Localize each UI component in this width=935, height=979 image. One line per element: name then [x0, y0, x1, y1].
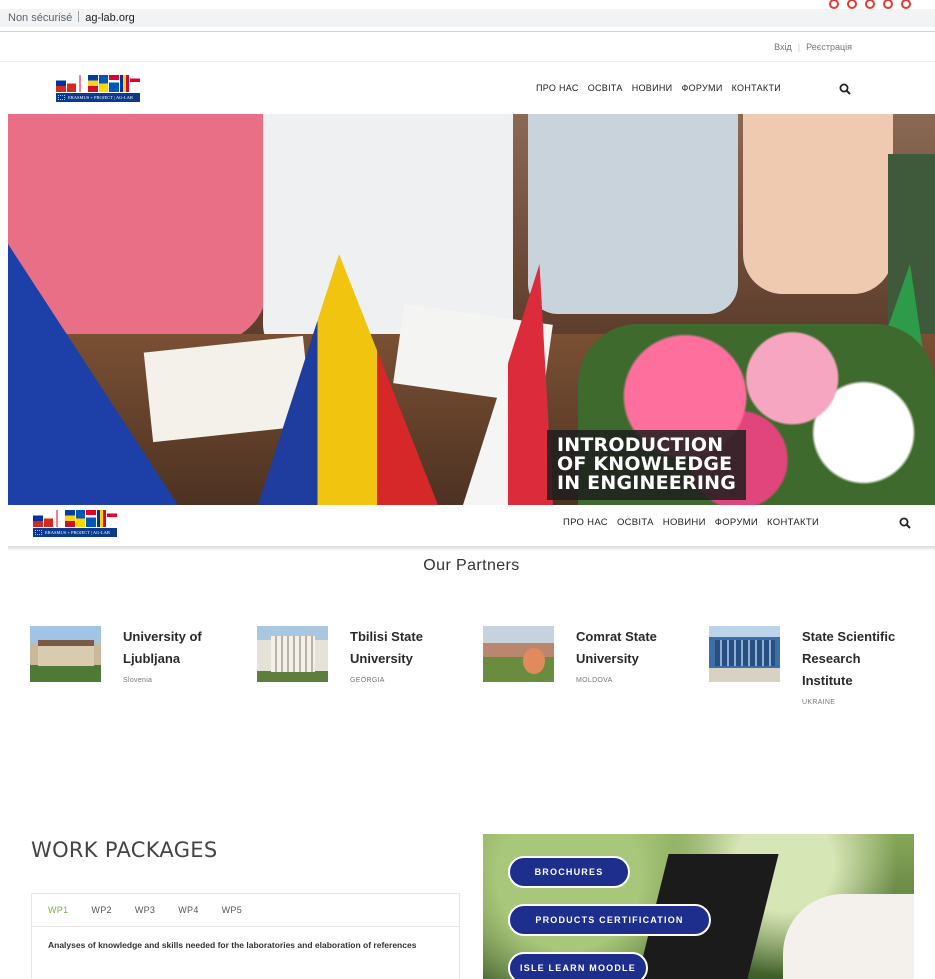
partners-title: Our Partners [423, 557, 520, 574]
sticky-nav: ПРО НАС ОСВІТА НОВИНИ ФОРУМИ КОНТАКТИ [563, 517, 819, 528]
window-control-icon[interactable] [847, 0, 857, 9]
hero-caption-line: IN ENGINEERING [557, 472, 736, 494]
sticky-site-logo[interactable]: ERASMUS + PROJECT | AG-LAB [33, 510, 117, 540]
sticky-search-icon[interactable] [899, 516, 911, 529]
nav-item-news[interactable]: НОВИНИ [663, 517, 706, 528]
window-control-icon[interactable] [829, 0, 839, 9]
account-links: Вхід | Реєстрація [774, 42, 852, 52]
partner-image-tbilisi[interactable] [257, 626, 328, 682]
main-nav: ПРО НАС ОСВІТА НОВИНИ ФОРУМИ КОНТАКТИ [536, 83, 781, 93]
logo-flags [56, 75, 140, 92]
address-domain[interactable]: ag-lab.org [85, 12, 135, 24]
tab-wp5[interactable]: WP5 [222, 905, 242, 915]
security-label[interactable]: Non sécurisé [8, 12, 72, 24]
tab-wp3[interactable]: WP3 [135, 905, 155, 915]
tab-wp4[interactable]: WP4 [178, 905, 198, 915]
logo-flags [33, 510, 117, 527]
address-separator [78, 11, 80, 22]
partner-country: UKRAINE [802, 699, 836, 706]
partner-country: GEORGIA [350, 677, 385, 684]
nav-item-contacts[interactable]: КОНТАКТИ [732, 83, 781, 93]
nav-item-forums[interactable]: ФОРУМИ [715, 517, 758, 528]
nav-item-about[interactable]: ПРО НАС [563, 517, 608, 528]
browser-address-bar: Non sécurisé ag-lab.org [0, 0, 935, 31]
partner-country: MOLDOVA [576, 677, 613, 684]
util-separator: | [797, 42, 801, 52]
eu-flag-icon [35, 530, 42, 535]
partner-name[interactable]: Comrat State University [576, 626, 701, 670]
nav-item-education[interactable]: ОСВІТА [588, 83, 623, 93]
hero-figure-beige [743, 114, 893, 294]
work-package-description: Analyses of knowledge and skills needed … [48, 940, 417, 950]
hero-caption: INTRODUCTION OF KNOWLEDGE IN ENGINEERING [547, 430, 746, 500]
partner-image-comrat[interactable] [483, 626, 554, 682]
resources-promo: BROCHURES PRODUCTS CERTIFICATION ISLE LE… [483, 834, 914, 979]
hero-banner: INTRODUCTION OF KNOWLEDGE IN ENGINEERING [8, 114, 935, 505]
brochures-button[interactable]: BROCHURES [508, 856, 630, 888]
isle-learn-moodle-button[interactable]: ISLE LEARN MOODLE [508, 952, 648, 979]
partner-image-ssri[interactable] [709, 626, 780, 682]
nav-item-news[interactable]: НОВИНИ [632, 83, 673, 93]
logo-banner: ERASMUS + PROJECT | AG-LAB [56, 93, 140, 102]
work-packages-tab-bar: WP1 WP2 WP3 WP4 WP5 [32, 894, 459, 927]
logo-text: ERASMUS + PROJECT | AG-LAB [68, 95, 133, 100]
partner-name[interactable]: University of Ljubljana [123, 626, 248, 670]
address-field[interactable]: Non sécurisé ag-lab.org [0, 9, 935, 27]
partner-country: Slovenia [123, 677, 153, 684]
logo-banner: ERASMUS + PROJECT | AG-LAB [33, 528, 117, 537]
eu-flag-icon [58, 95, 65, 100]
nav-item-about[interactable]: ПРО НАС [536, 83, 579, 93]
login-link[interactable]: Вхід [774, 42, 792, 52]
register-link[interactable]: Реєстрація [806, 42, 852, 52]
partner-name[interactable]: State Scientific Research Institute [802, 626, 927, 692]
nav-item-education[interactable]: ОСВІТА [617, 517, 654, 528]
sticky-header-shadow [8, 546, 935, 551]
logo-text: ERASMUS + PROJECT | AG-LAB [45, 530, 110, 535]
nav-item-contacts[interactable]: КОНТАКТИ [767, 517, 819, 528]
tab-wp1[interactable]: WP1 [48, 905, 68, 915]
window-control-icon[interactable] [865, 0, 875, 9]
partner-image-ljubljana[interactable] [30, 626, 101, 682]
nav-item-forums[interactable]: ФОРУМИ [681, 83, 722, 93]
work-packages-tabs-panel: WP1 WP2 WP3 WP4 WP5 Analyses of knowledg… [31, 893, 460, 979]
search-icon[interactable] [839, 82, 851, 95]
window-control-icon[interactable] [901, 0, 911, 9]
partner-name[interactable]: Tbilisi State University [350, 626, 475, 670]
utility-bar: Вхід | Реєстрація [0, 32, 935, 62]
tab-wp2[interactable]: WP2 [91, 905, 111, 915]
hero-figure-grey [528, 114, 738, 314]
work-packages-title: WORK PACKAGES [31, 838, 218, 862]
site-logo[interactable]: ERASMUS + PROJECT | AG-LAB [56, 75, 140, 105]
window-controls [821, 0, 911, 9]
products-certification-button[interactable]: PRODUCTS CERTIFICATION [508, 904, 711, 936]
window-control-icon[interactable] [883, 0, 893, 9]
eu-flag-shape [8, 244, 178, 505]
